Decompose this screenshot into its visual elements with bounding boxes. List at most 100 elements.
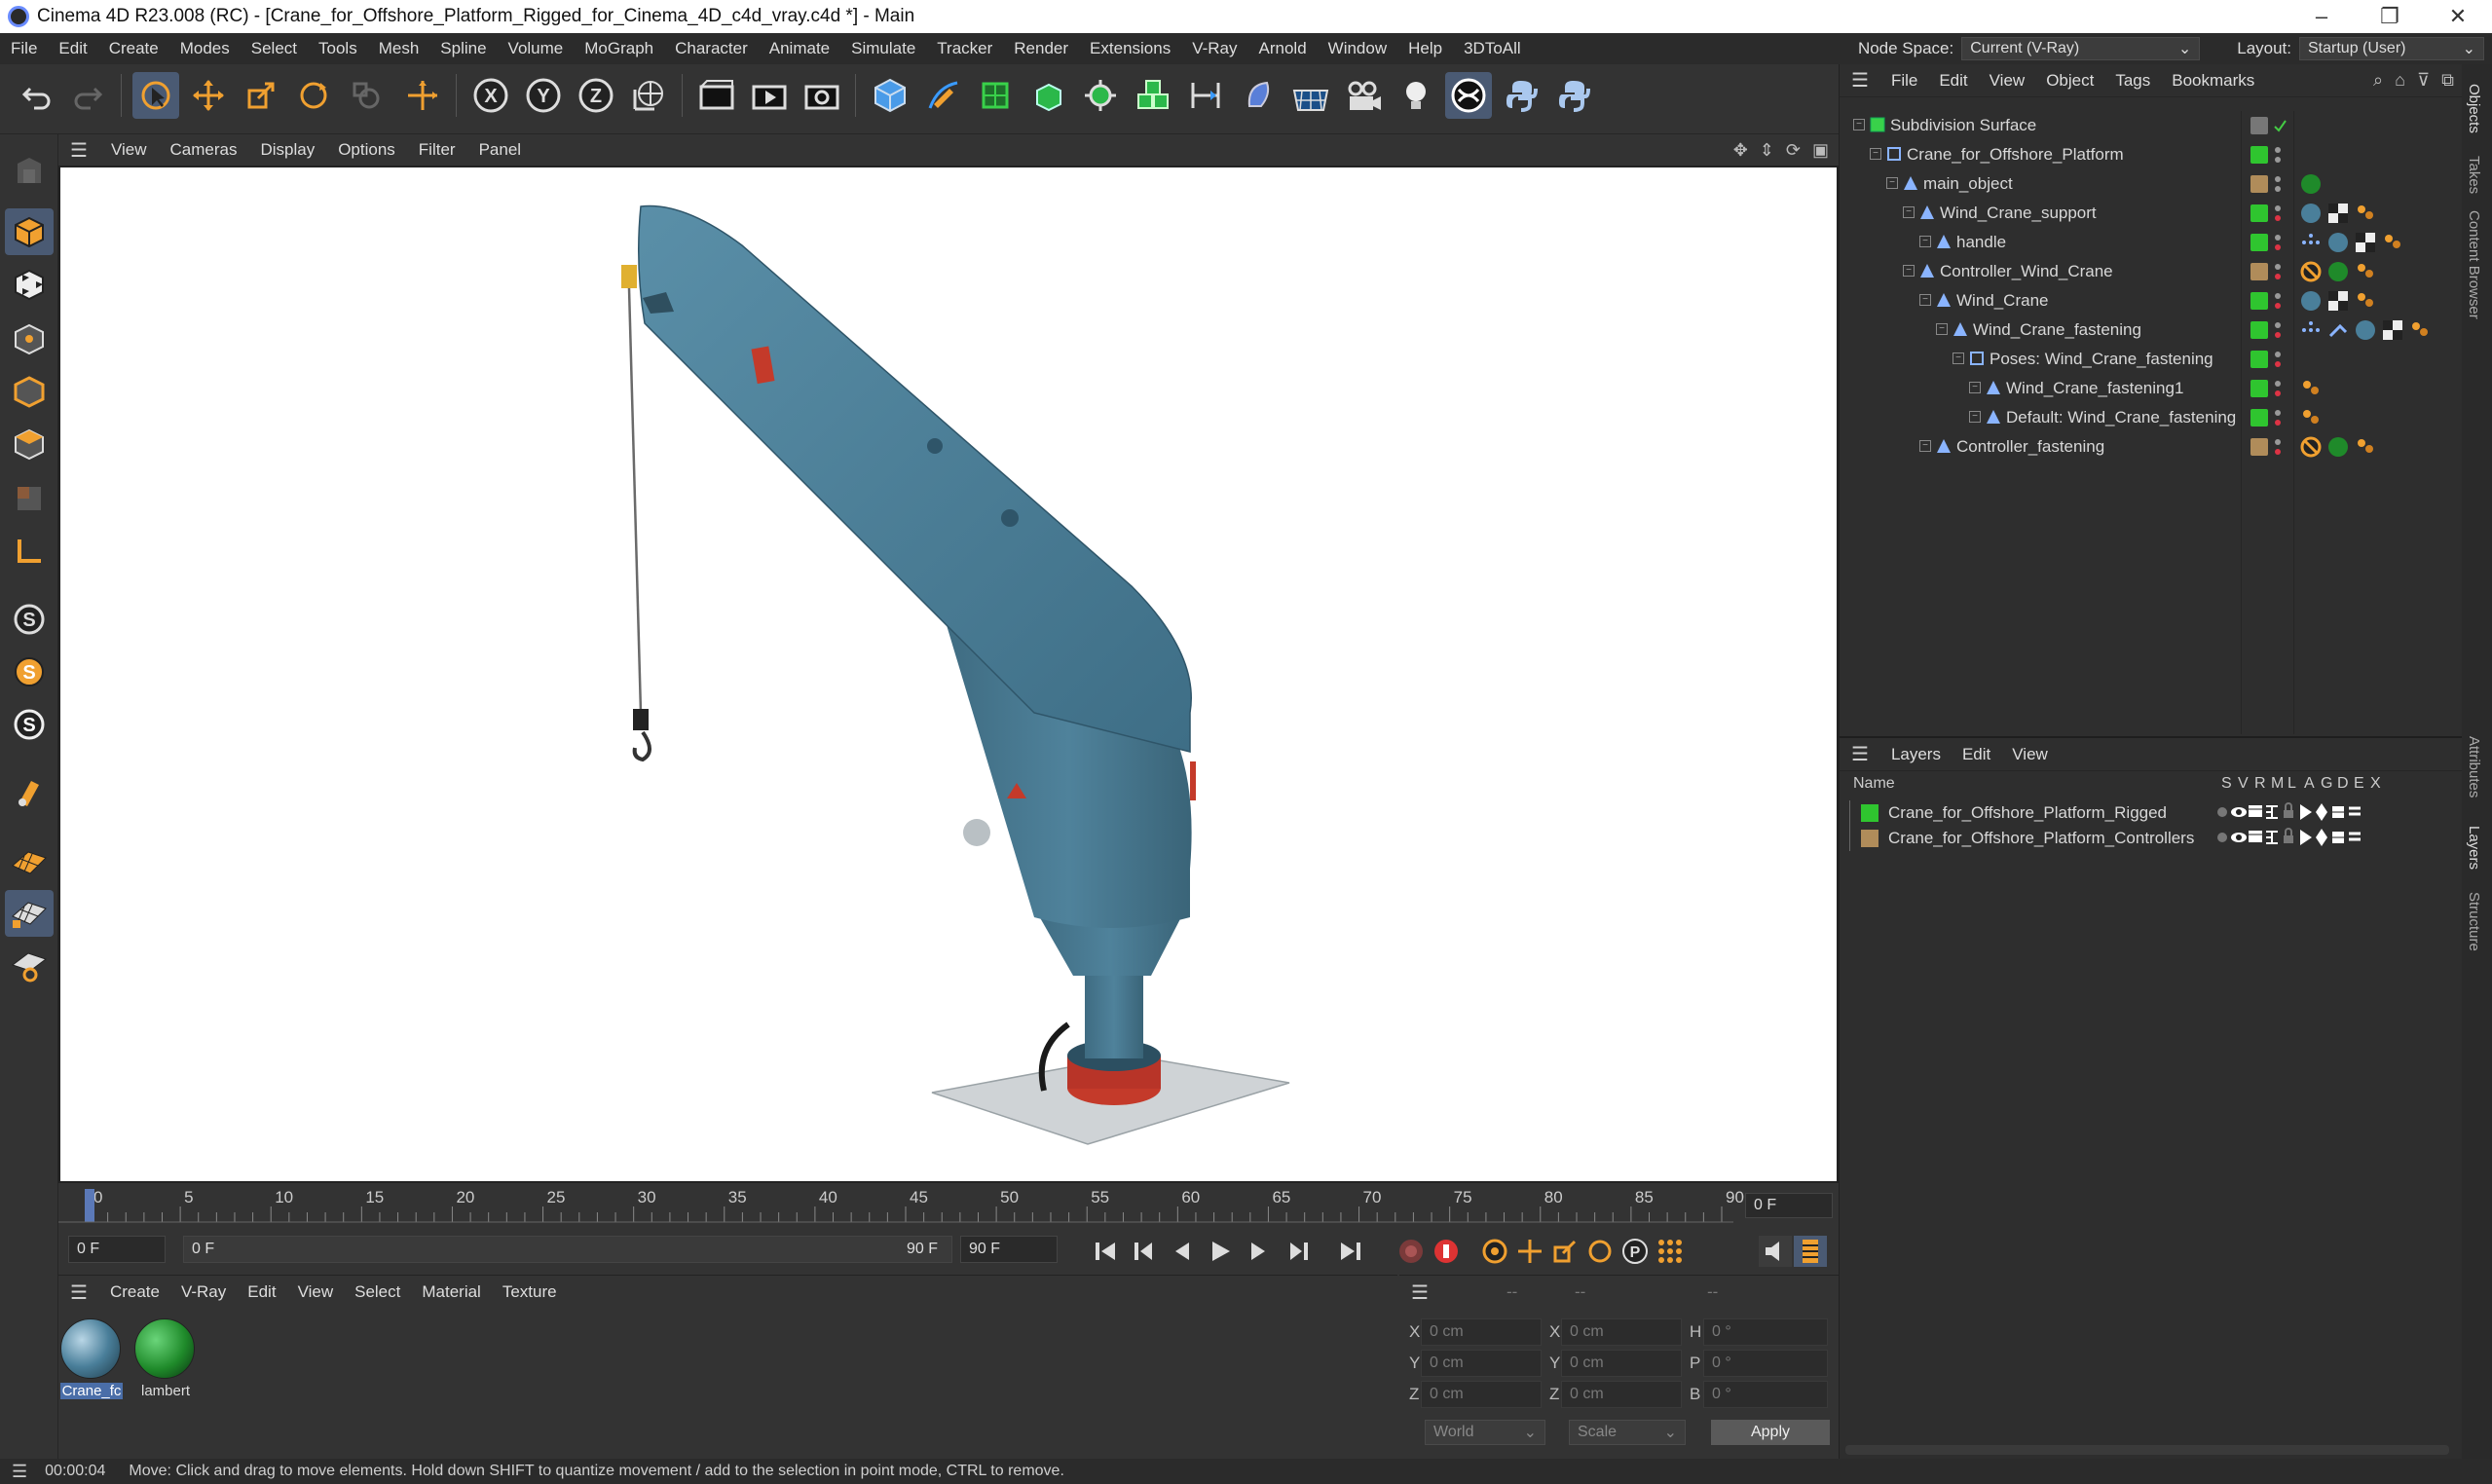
layer-menu-layers[interactable]: Layers (1880, 745, 1952, 764)
object-row[interactable]: − Subdivision Surface (1840, 111, 2424, 140)
workplane-rotate-icon[interactable] (5, 943, 54, 989)
field-button[interactable] (1235, 72, 1282, 119)
layer-color-swatch[interactable] (1861, 830, 1878, 847)
size-x-field[interactable]: 0 cm (1561, 1318, 1682, 1346)
deformer-icon[interactable] (2329, 800, 2347, 824)
visible-icon[interactable] (2230, 800, 2248, 824)
material-menu-material[interactable]: Material (411, 1282, 491, 1302)
cube-object-button[interactable] (867, 72, 913, 119)
menu-render[interactable]: Render (1003, 39, 1079, 58)
layer-column-header[interactable]: D (2337, 775, 2349, 793)
viewport-menu-display[interactable]: Display (248, 140, 326, 160)
object-menu-tags[interactable]: Tags (2104, 71, 2161, 91)
edge-mode-icon[interactable] (5, 368, 54, 415)
generator-icon[interactable] (2313, 800, 2330, 824)
menu-volume[interactable]: Volume (498, 39, 575, 58)
close-button[interactable]: ✕ (2424, 0, 2492, 33)
rotation-h-field[interactable]: 0 ° (1703, 1318, 1828, 1346)
sound-scrub-button[interactable] (1759, 1236, 1792, 1267)
render-icon[interactable] (2247, 826, 2264, 849)
protection-tag-icon[interactable] (2299, 435, 2323, 459)
object-menu-object[interactable]: Object (2035, 71, 2104, 91)
layer-column-header[interactable]: R (2254, 775, 2266, 793)
layer-name[interactable]: Crane_for_Offshore_Platform_Controllers (1888, 829, 2194, 848)
polygon-mode-icon[interactable] (5, 421, 54, 467)
layer-color-swatch[interactable] (2250, 409, 2268, 427)
tab-takes[interactable]: Takes (2466, 156, 2482, 194)
autokey-button[interactable] (1430, 1236, 1463, 1267)
material-tag-icon[interactable] (2326, 435, 2350, 459)
minimize-button[interactable]: – (2287, 0, 2356, 33)
uv-mode-icon[interactable] (5, 475, 54, 522)
object-menu-view[interactable]: View (1979, 71, 2036, 91)
horizontal-scrollbar[interactable] (1845, 1445, 2449, 1455)
render-view-button[interactable] (693, 72, 740, 119)
layer-color-swatch[interactable] (2250, 204, 2268, 222)
layer-color-swatch[interactable] (2250, 263, 2268, 280)
lock-icon[interactable] (2280, 826, 2297, 849)
hamburger-icon[interactable]: ☰ (1840, 68, 1880, 93)
layer-menu-edit[interactable]: Edit (1952, 745, 2001, 764)
menu-arnold[interactable]: Arnold (1248, 39, 1318, 58)
visibility-dots-icon[interactable] (2274, 115, 2287, 136)
layer-color-swatch[interactable] (1861, 804, 1878, 822)
pen-spline-button[interactable] (919, 72, 966, 119)
object-row[interactable]: − Wind_Crane (1840, 286, 2424, 315)
home-icon[interactable]: ⌂ (2395, 70, 2405, 91)
visible-icon[interactable] (2230, 826, 2248, 849)
move-tool-button[interactable] (185, 72, 232, 119)
rotate-tool-button[interactable] (290, 72, 337, 119)
position-z-field[interactable]: 0 cm (1421, 1381, 1542, 1408)
tab-attributes[interactable]: Attributes (2466, 736, 2482, 798)
deformer-button[interactable] (1182, 72, 1229, 119)
expand-toggle-icon[interactable]: − (1919, 294, 1931, 306)
object-row[interactable]: − Wind_Crane_support (1840, 199, 2424, 228)
object-row[interactable]: − main_object (1840, 169, 2424, 199)
menu-simulate[interactable]: Simulate (840, 39, 926, 58)
menu-mograph[interactable]: MoGraph (574, 39, 664, 58)
object-row[interactable]: − Controller_Wind_Crane (1840, 257, 2424, 286)
menu-window[interactable]: Window (1318, 39, 1397, 58)
node-space-dropdown[interactable]: Current (V-Ray) ⌄ (1961, 37, 2201, 60)
rotate-viewport-icon[interactable]: ⟳ (1786, 140, 1801, 161)
object-menu-edit[interactable]: Edit (1928, 71, 1978, 91)
ik-tag-icon[interactable] (2354, 289, 2377, 313)
material-tag-icon[interactable] (2354, 318, 2377, 342)
axis-mode-icon[interactable] (5, 528, 54, 575)
constraint-tag-icon[interactable] (2326, 318, 2350, 342)
material-menu-create[interactable]: Create (99, 1282, 170, 1302)
render-icon[interactable] (2247, 800, 2264, 824)
toggle-view-icon[interactable]: ▣ (1812, 140, 1829, 161)
object-menu-file[interactable]: File (1880, 71, 1928, 91)
size-y-field[interactable]: 0 cm (1561, 1350, 1682, 1377)
expand-toggle-icon[interactable]: − (1969, 382, 1981, 393)
texture-tag-icon[interactable] (2326, 289, 2350, 313)
rotation-b-field[interactable]: 0 ° (1703, 1381, 1828, 1408)
object-menu-bookmarks[interactable]: Bookmarks (2161, 71, 2265, 91)
keyframe-selection-button[interactable] (1478, 1236, 1511, 1267)
manager-icon[interactable] (2263, 800, 2281, 824)
light-button[interactable] (1393, 72, 1439, 119)
transform-tool-button[interactable] (399, 72, 446, 119)
layer-column-header[interactable]: M (2271, 775, 2284, 793)
object-row[interactable]: − Wind_Crane_fastening1 (1840, 374, 2424, 403)
material-thumbnail[interactable]: lambert (134, 1318, 197, 1399)
z-axis-lock-button[interactable]: Z (573, 72, 619, 119)
key-rotation-button[interactable] (1583, 1236, 1617, 1267)
menu-help[interactable]: Help (1397, 39, 1453, 58)
object-row[interactable]: − Default: Wind_Crane_fastening (1840, 403, 2424, 432)
y-axis-lock-button[interactable]: Y (520, 72, 567, 119)
expand-toggle-icon[interactable]: − (1903, 265, 1915, 277)
viewport-menu-panel[interactable]: Panel (467, 140, 533, 160)
prev-key-button[interactable] (1128, 1236, 1161, 1267)
layer-row[interactable]: Crane_for_Offshore_Platform_Controllers (1840, 826, 2443, 851)
maximize-button[interactable]: ❐ (2356, 0, 2424, 33)
material-tag-icon[interactable] (2326, 260, 2350, 283)
key-pla-button[interactable] (1654, 1236, 1687, 1267)
make-editable-icon[interactable] (5, 148, 54, 195)
texture-tag-icon[interactable] (2326, 202, 2350, 225)
tab-content-browser[interactable]: Content Browser (2466, 210, 2482, 319)
selection-tag-icon[interactable] (2299, 231, 2323, 254)
animation-icon[interactable] (2296, 800, 2314, 824)
layer-menu-view[interactable]: View (2001, 745, 2059, 764)
